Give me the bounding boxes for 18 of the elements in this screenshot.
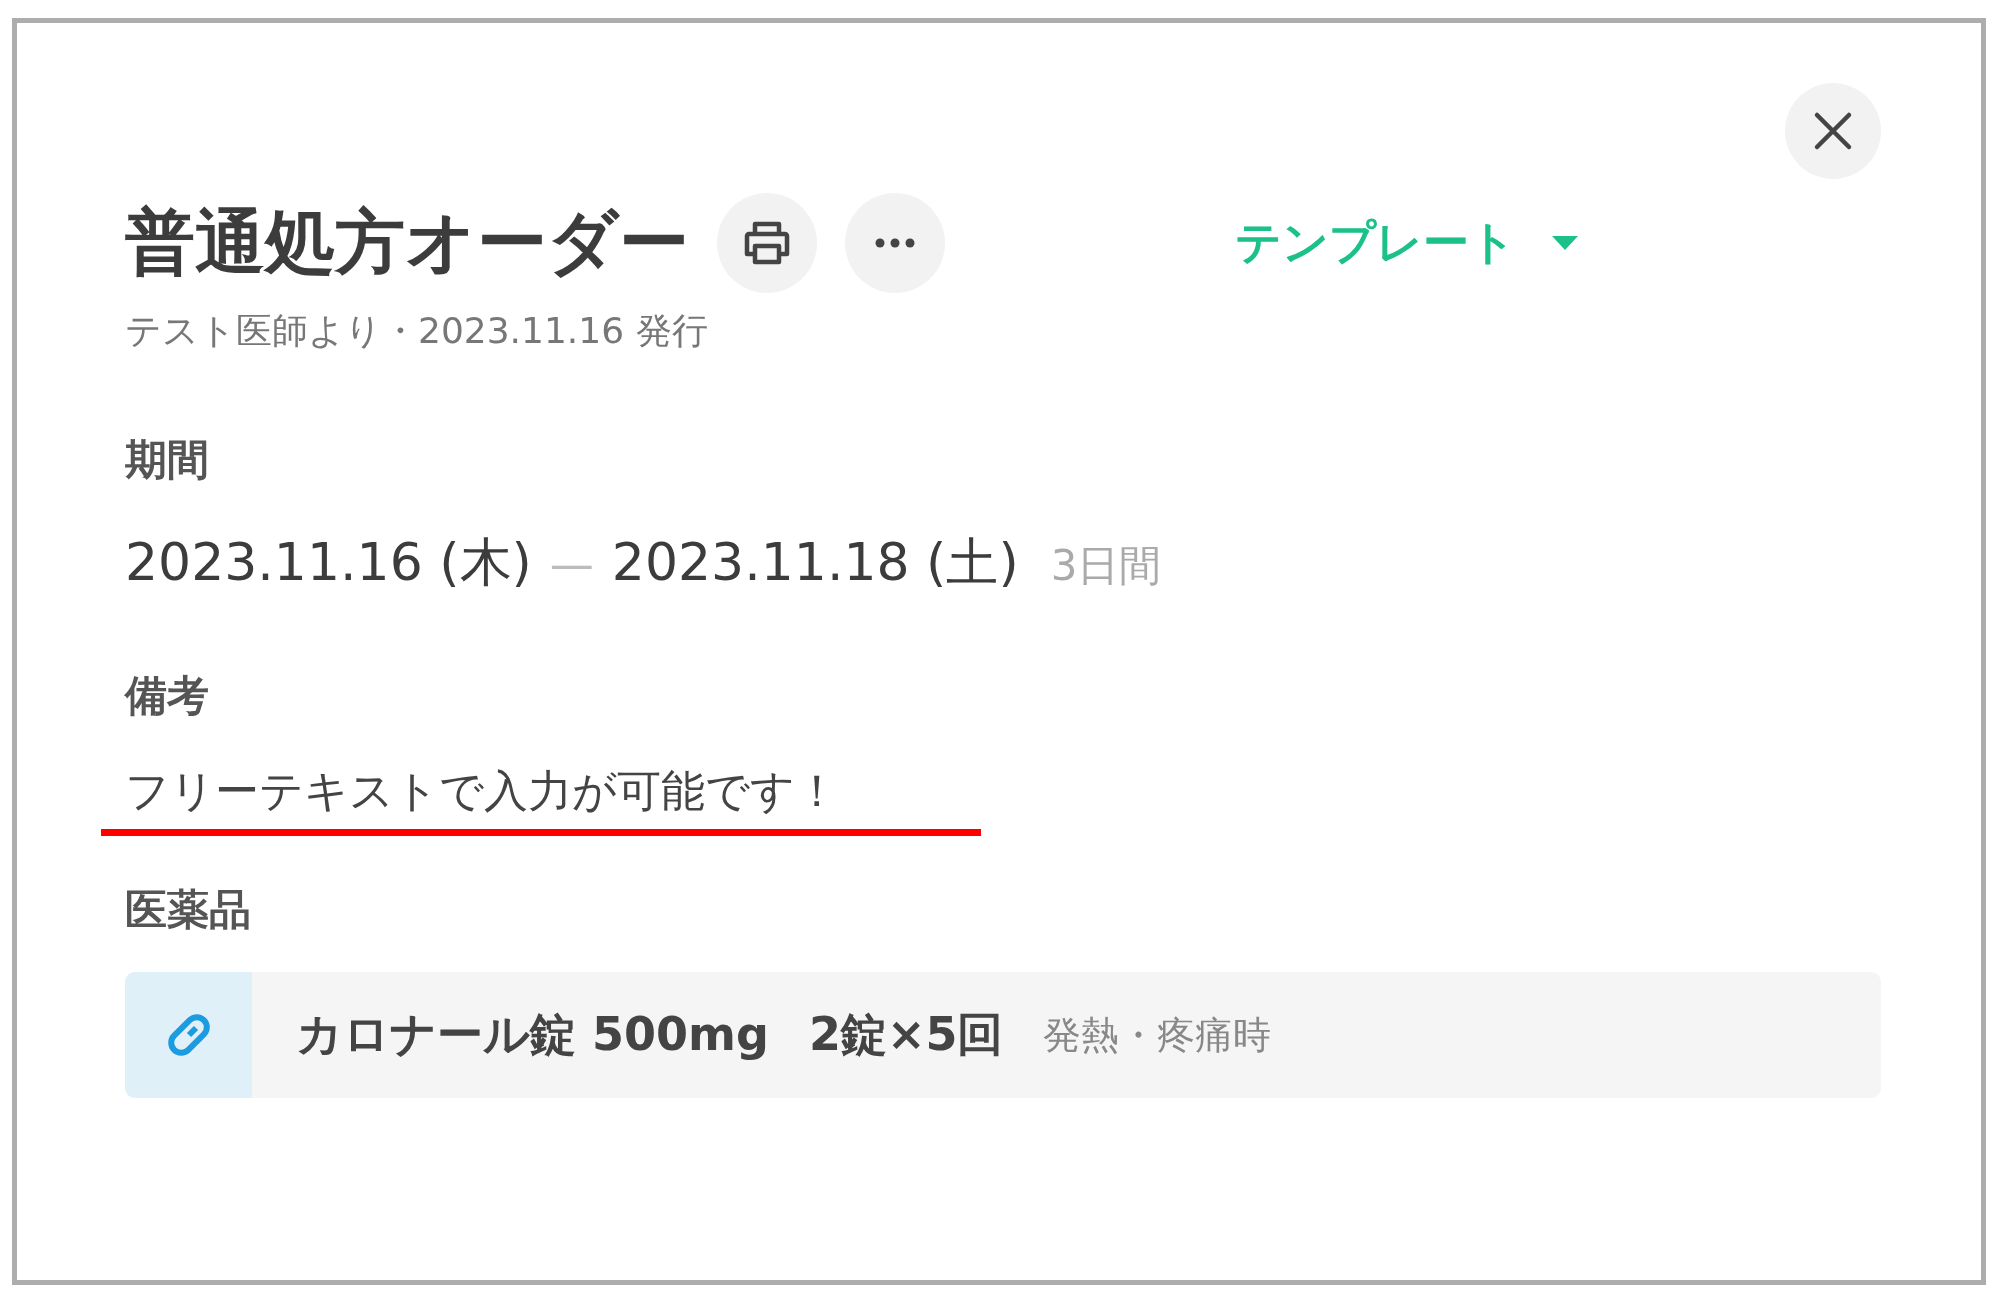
medicine-dosage: 2錠×5回 xyxy=(808,1006,1004,1063)
date-separator: — xyxy=(549,539,594,590)
dialog-subtitle: テスト医師より・2023.11.16 発行 xyxy=(125,309,709,353)
remarks-text: フリーテキストで入力が可能です！ xyxy=(125,764,840,818)
medicine-note: 発熱・疼痛時 xyxy=(1043,1011,1272,1059)
print-icon xyxy=(742,220,792,266)
start-date: 2023.11.16 (木) xyxy=(125,531,532,594)
template-dropdown[interactable]: テンプレート xyxy=(1235,212,1578,274)
close-icon xyxy=(1813,111,1853,151)
section-label: 期間 xyxy=(125,434,210,486)
end-date: 2023.11.18 (土) xyxy=(611,531,1019,594)
section-label: 医薬品 xyxy=(125,884,252,936)
caret-icon xyxy=(1552,236,1578,250)
dialog-title: 普通処方オーダー xyxy=(125,200,689,285)
more-icon xyxy=(875,238,915,248)
medicine-name: カロナール錠 500mg xyxy=(296,1006,769,1063)
section-label: 備考 xyxy=(125,670,210,722)
duration: 3日間 xyxy=(1050,540,1162,592)
